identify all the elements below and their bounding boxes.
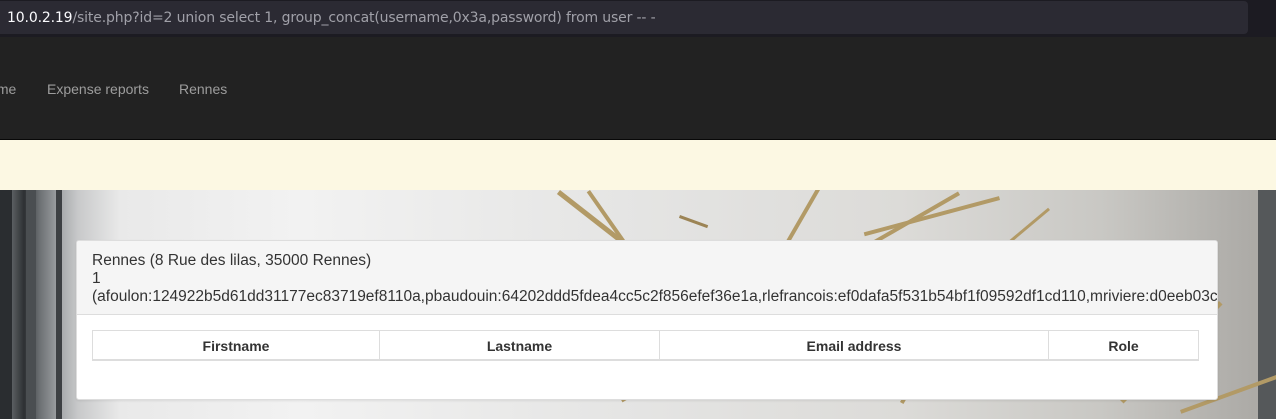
url-path: /site.php?id=2 union select 1, group_con…	[72, 10, 656, 26]
column-header-lastname[interactable]: Lastname	[380, 331, 660, 360]
browser-toolbar: ⚠ 10.0.2.19/site.php?id=2 union select 1…	[0, 0, 1276, 36]
office-panel: Rennes (8 Rue des lilas, 35000 Rennes) 1…	[76, 240, 1218, 400]
users-table: Firstname Lastname Email address Role	[92, 330, 1199, 361]
column-header-role[interactable]: Role	[1049, 331, 1198, 360]
panel-heading: Rennes (8 Rue des lilas, 35000 Rennes) 1…	[77, 241, 1217, 315]
column-header-email[interactable]: Email address	[660, 331, 1049, 360]
url-text[interactable]: 10.0.2.19/site.php?id=2 union select 1, …	[7, 10, 656, 27]
top-navbar: Home Expense reports Rennes	[0, 37, 1276, 140]
alert-banner	[0, 140, 1276, 190]
credential-dump: (afoulon:124922b5d61dd31177ec83719ef8110…	[92, 288, 1218, 305]
nav-link-home[interactable]: Home	[0, 81, 16, 98]
nav-link-rennes[interactable]: Rennes	[179, 81, 227, 98]
url-bar[interactable]: ⚠ 10.0.2.19/site.php?id=2 union select 1…	[0, 1, 1248, 34]
injected-id-value: 1	[92, 270, 101, 287]
nav-link-expense-reports[interactable]: Expense reports	[47, 81, 149, 98]
office-title: Rennes (8 Rue des lilas, 35000 Rennes)	[92, 252, 372, 269]
url-host: 10.0.2.19	[7, 10, 73, 26]
column-header-firstname[interactable]: Firstname	[93, 331, 380, 360]
